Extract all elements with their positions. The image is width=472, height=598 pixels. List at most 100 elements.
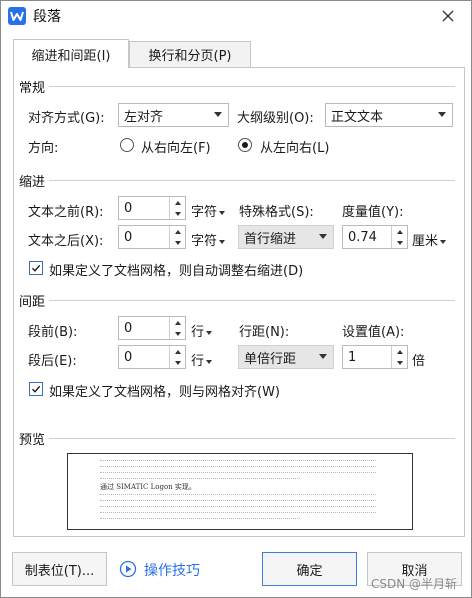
unit-dropdown-icon	[219, 239, 226, 244]
watermark: CSDN @半月斩	[370, 577, 457, 591]
spin-down-button[interactable]	[170, 237, 185, 248]
preview-next-paragraph-line	[100, 512, 376, 516]
spin-up-button[interactable]	[170, 317, 185, 328]
unit-dropdown-icon	[206, 330, 213, 335]
spinner-buttons	[391, 226, 407, 248]
auto-adjust-indent-checkbox[interactable]	[29, 261, 43, 275]
indent-before-label: 文本之前(R):	[28, 205, 104, 220]
measure-spinner[interactable]: 0.74	[342, 225, 408, 249]
arrow-up-icon	[174, 200, 181, 205]
play-circle-icon	[119, 560, 137, 578]
space-before-spinner[interactable]: 0	[118, 316, 186, 340]
spinner-buttons	[169, 226, 185, 248]
arrow-down-icon	[174, 360, 181, 365]
alignment-select[interactable]: 左对齐	[118, 103, 229, 127]
preview-section-title: 预览	[19, 429, 50, 448]
arrow-up-icon	[396, 229, 403, 234]
space-after-unit[interactable]: 行	[191, 350, 213, 369]
spin-down-button[interactable]	[392, 357, 407, 368]
preview-next-paragraph-line	[100, 500, 376, 504]
spinner-buttons	[169, 346, 185, 368]
spin-up-button[interactable]	[392, 226, 407, 237]
dialog-title: 段落	[33, 9, 61, 25]
outline-level-value: 正文文本	[331, 109, 384, 125]
spinner-buttons	[391, 346, 407, 368]
spin-down-button[interactable]	[170, 328, 185, 339]
spin-up-button[interactable]	[170, 197, 185, 208]
space-before-label: 段前(B):	[28, 325, 78, 340]
direction-ltr-radio[interactable]	[238, 138, 252, 152]
paragraph-dialog: 段落 缩进和间距(I) 换行和分页(P) 常规 对齐方式(G): 左对齐 大纲级…	[0, 0, 472, 598]
indent-after-spinner[interactable]: 0	[118, 225, 186, 249]
preview-prev-paragraph-line	[100, 460, 376, 464]
preview-next-paragraph-line	[100, 494, 376, 498]
unit-dropdown-icon	[219, 210, 226, 215]
space-before-unit[interactable]: 行	[191, 321, 213, 340]
tab-line-page-breaks[interactable]: 换行和分页(P)	[129, 41, 251, 67]
snap-to-grid-label[interactable]: 如果定义了文档网格，则与网格对齐(W)	[49, 381, 280, 400]
special-format-value: 首行缩进	[244, 231, 297, 247]
chevron-down-icon	[438, 112, 446, 117]
outline-level-select[interactable]: 正文文本	[325, 103, 453, 127]
preview-sample-text: 通过 SIMATIC Logon 实现。	[100, 483, 196, 491]
spin-down-button[interactable]	[170, 357, 185, 368]
ok-button[interactable]: 确定	[262, 552, 357, 586]
indent-before-spinner[interactable]: 0	[118, 196, 186, 220]
measure-unit[interactable]: 厘米	[412, 230, 447, 249]
setting-value: 1	[348, 349, 357, 365]
arrow-up-icon	[396, 349, 403, 354]
preview-next-paragraph-line	[100, 506, 376, 510]
indent-before-unit[interactable]: 字符	[191, 201, 226, 220]
tab-indent-spacing[interactable]: 缩进和间距(I)	[13, 39, 129, 68]
measure-value: 0.74	[348, 229, 377, 245]
indent-after-unit[interactable]: 字符	[191, 230, 226, 249]
spin-down-button[interactable]	[170, 208, 185, 219]
operation-tips-link[interactable]: 操作技巧	[144, 560, 200, 580]
checkmark-icon	[32, 264, 41, 272]
special-format-label: 特殊格式(S):	[239, 205, 314, 220]
spin-up-button[interactable]	[170, 346, 185, 357]
unit-dropdown-icon	[440, 239, 447, 244]
setting-value-label: 设置值(A):	[342, 325, 405, 340]
preview-box: 通过 SIMATIC Logon 实现。	[67, 453, 413, 530]
auto-adjust-indent-label[interactable]: 如果定义了文档网格，则自动调整右缩进(D)	[49, 260, 303, 279]
checkmark-icon	[32, 385, 41, 393]
chevron-down-icon	[319, 354, 327, 359]
chevron-down-icon	[214, 112, 222, 117]
setting-value-unit: 倍	[412, 354, 426, 369]
spin-up-button[interactable]	[170, 226, 185, 237]
space-after-spinner[interactable]: 0	[118, 345, 186, 369]
close-button[interactable]	[435, 3, 461, 29]
arrow-up-icon	[174, 229, 181, 234]
setting-value-spinner[interactable]: 1	[342, 345, 408, 369]
unit-dropdown-icon	[206, 359, 213, 364]
arrow-down-icon	[174, 211, 181, 216]
preview-prev-paragraph-line	[100, 472, 376, 476]
line-spacing-value: 单倍行距	[244, 351, 297, 367]
direction-rtl-radio[interactable]	[120, 138, 134, 152]
tab-stops-button[interactable]: 制表位(T)...	[12, 552, 107, 586]
snap-to-grid-checkbox[interactable]	[29, 382, 43, 396]
preview-divider	[19, 438, 455, 439]
special-format-select[interactable]: 首行缩进	[238, 225, 334, 249]
spin-up-button[interactable]	[392, 346, 407, 357]
spacing-divider	[19, 300, 455, 301]
arrow-down-icon	[174, 331, 181, 336]
indent-section-title: 缩进	[19, 171, 50, 190]
spinner-buttons	[169, 197, 185, 219]
direction-label: 方向:	[28, 141, 59, 156]
space-before-value: 0	[124, 320, 133, 336]
arrow-down-icon	[396, 360, 403, 365]
arrow-up-icon	[174, 349, 181, 354]
spin-down-button[interactable]	[392, 237, 407, 248]
indent-before-value: 0	[124, 200, 133, 216]
direction-rtl-label[interactable]: 从右向左(F)	[141, 137, 211, 156]
general-section-title: 常规	[19, 77, 50, 96]
preview-next-paragraph-line	[100, 518, 300, 522]
arrow-up-icon	[174, 320, 181, 325]
direction-ltr-label[interactable]: 从左向右(L)	[260, 137, 329, 156]
chevron-down-icon	[319, 234, 327, 239]
alignment-value: 左对齐	[124, 109, 164, 125]
line-spacing-select[interactable]: 单倍行距	[238, 345, 334, 369]
indent-after-value: 0	[124, 229, 133, 245]
